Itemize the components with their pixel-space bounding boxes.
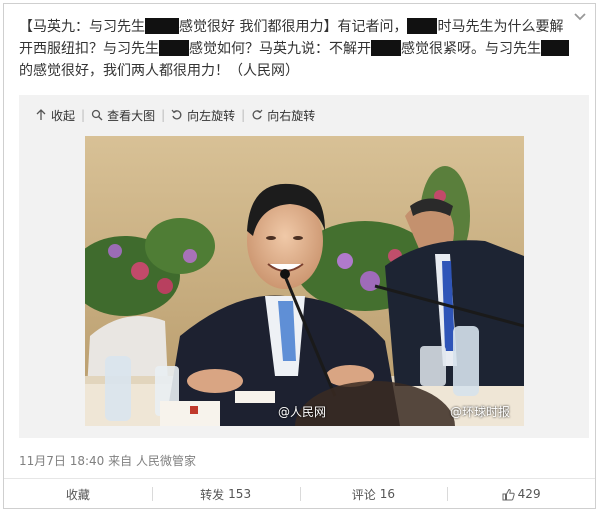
collapse-button[interactable]: 收起 [35, 107, 75, 124]
watermark-left: @人民网 [278, 405, 327, 419]
media-panel: 收起 | 查看大图 | 向左旋转 | 向右旋转 @人民网 @环球时报 [19, 95, 589, 438]
post-text: 【马英九：与习先生 感觉很好 我们都很用力】有记者问， 时马先生为什么要解开西服纽扣… [19, 16, 574, 82]
thumbs-up-icon [502, 488, 515, 500]
post-photo[interactable]: @人民网 @环球时报 [85, 136, 524, 426]
post-time[interactable]: 11月7日 18:40 [19, 454, 104, 468]
rotate-left-icon [171, 109, 182, 120]
post-meta: 11月7日 18:40 来自 人民微管家 [19, 452, 196, 469]
redaction-bar [407, 18, 438, 34]
favorite-label: 收藏 [65, 487, 90, 502]
watermark-right: @环球时报 [449, 405, 510, 419]
view-large-label: 查看大图 [107, 108, 156, 123]
view-large-button[interactable]: 查看大图 [91, 107, 155, 124]
redaction-bar [159, 40, 189, 56]
rotate-right-button[interactable]: 向右旋转 [251, 107, 315, 124]
rotate-right-icon [252, 109, 263, 120]
redaction-bar [145, 18, 179, 34]
weibo-card: 【马英九：与习先生 感觉很好 我们都很用力】有记者问， 时马先生为什么要解开西服纽扣… [3, 3, 596, 509]
like-button[interactable]: 429 [447, 479, 595, 509]
arrow-up-icon [36, 109, 46, 120]
like-count: 429 [517, 487, 541, 501]
repost-button[interactable]: 转发 153 [151, 479, 300, 509]
redaction-bar [371, 40, 401, 56]
post-source[interactable]: 来自 人民微管家 [108, 454, 196, 468]
magnifier-icon [91, 109, 103, 121]
photo-illustration [85, 136, 524, 426]
favorite-button[interactable]: 收藏 [4, 479, 152, 509]
post-text-seg2: 感觉很好 我们都很用力】有记者问， [179, 19, 408, 35]
toolbar-divider: | [241, 108, 246, 122]
post-text-seg4: 感觉如何？马英九说：不解开 [189, 41, 371, 57]
redaction-bar [541, 40, 569, 56]
toolbar-divider: | [161, 108, 166, 122]
rotate-left-label: 向左旋转 [187, 108, 236, 123]
chevron-down-icon[interactable] [573, 10, 587, 24]
rotate-right-label: 向右旋转 [267, 108, 316, 123]
post-text-seg1: 【马英九：与习先生 [19, 19, 145, 35]
repost-count: 153 [228, 487, 252, 501]
comment-label: 评论 [351, 487, 376, 502]
post-text-seg6: 的感觉很好，我们两人都很用力！（人民网） [19, 63, 299, 79]
media-toolbar: 收起 | 查看大图 | 向左旋转 | 向右旋转 [35, 107, 321, 123]
post-text-seg5: 感觉很紧呀。与习先生 [401, 41, 541, 57]
toolbar-divider: | [81, 108, 86, 122]
comment-count: 16 [379, 487, 396, 501]
comment-button[interactable]: 评论 16 [299, 479, 448, 509]
collapse-label: 收起 [51, 108, 76, 123]
action-bar: 收藏 转发 153 评论 16 429 [4, 478, 595, 509]
repost-label: 转发 [200, 487, 225, 502]
rotate-left-button[interactable]: 向左旋转 [171, 107, 235, 124]
